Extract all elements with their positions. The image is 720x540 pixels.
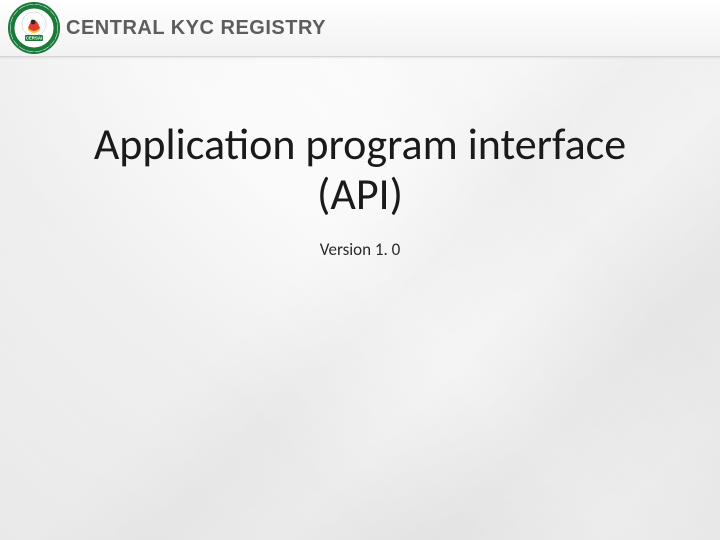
version-text: Version 1. 0 bbox=[0, 239, 720, 260]
cersai-logo: CERSAI bbox=[8, 2, 60, 54]
title-line-2: (API) bbox=[0, 170, 720, 218]
logo-label-text: CERSAI bbox=[26, 36, 43, 41]
main-content: Application program interface (API) Vers… bbox=[0, 120, 720, 260]
slide: CERSAI CENTRAL KYC REGISTRY Application … bbox=[0, 0, 720, 540]
header-title: CENTRAL KYC REGISTRY bbox=[66, 17, 326, 40]
header-bar: CERSAI CENTRAL KYC REGISTRY bbox=[0, 0, 720, 57]
cersai-logo-icon: CERSAI bbox=[8, 2, 60, 54]
title-line-1: Application program interface bbox=[0, 120, 720, 168]
